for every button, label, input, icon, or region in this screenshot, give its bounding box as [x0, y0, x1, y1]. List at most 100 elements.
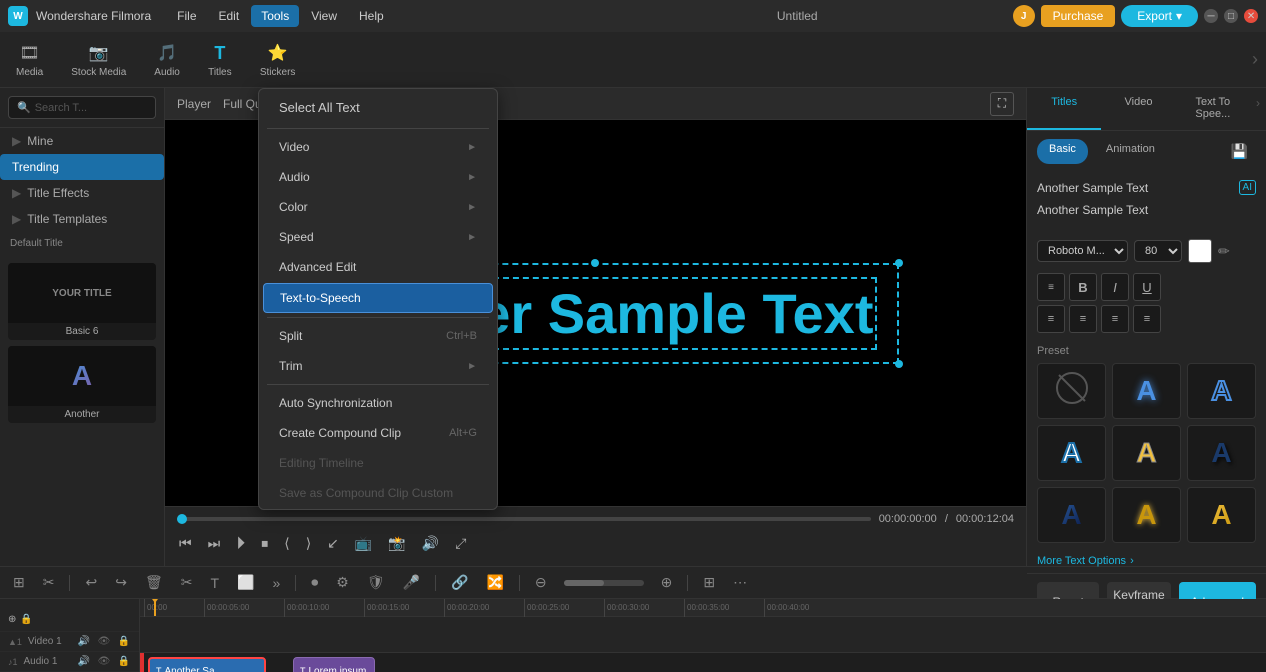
menu-edit[interactable]: Edit: [209, 5, 250, 27]
sub-tab-basic[interactable]: Basic: [1037, 139, 1088, 164]
tl-settings-button[interactable]: ⚙: [331, 571, 354, 594]
tool-stock-media[interactable]: 📷 Stock Media: [63, 37, 134, 82]
track-vol-icon[interactable]: 🔊: [77, 635, 91, 649]
play-prev-button[interactable]: ⏮: [177, 533, 194, 554]
thumb-basic6[interactable]: YOUR TITLE Basic 6: [8, 263, 156, 340]
tl-zoom-in-button[interactable]: ⊕: [656, 571, 678, 594]
save-icon[interactable]: 💾: [1223, 139, 1256, 164]
track-audio-vol-icon[interactable]: 🔊: [77, 655, 91, 669]
tl-shield-button[interactable]: 🛡: [362, 571, 390, 594]
menu-file[interactable]: File: [167, 5, 206, 27]
snapshot-button[interactable]: 📸: [386, 533, 407, 554]
preset-dark-solid[interactable]: A: [1037, 487, 1106, 543]
dd-speed[interactable]: Speed ►: [263, 223, 493, 251]
preset-yellow[interactable]: A: [1112, 425, 1181, 481]
play-button[interactable]: ⏵: [234, 531, 247, 556]
tl-grid-button[interactable]: ⊞: [698, 571, 720, 594]
color-swatch[interactable]: [1188, 239, 1212, 263]
tab-titles[interactable]: Titles: [1027, 88, 1101, 130]
avatar[interactable]: J: [1013, 5, 1035, 27]
sub-tab-animation[interactable]: Animation: [1094, 139, 1167, 164]
size-select[interactable]: 80: [1134, 240, 1182, 262]
tool-stickers[interactable]: ⭐ Stickers: [252, 37, 304, 82]
timeline-clip-1[interactable]: T Another Sa...: [148, 657, 266, 672]
tl-shuffle-button[interactable]: 🔀: [481, 571, 508, 594]
edit-icon[interactable]: ✏: [1218, 243, 1230, 260]
dd-trim[interactable]: Trim ►: [263, 352, 493, 380]
align-right-button[interactable]: ≡: [1101, 305, 1129, 333]
tab-video[interactable]: Video: [1101, 88, 1175, 130]
tl-crop-button[interactable]: ⬜: [232, 571, 259, 594]
fullscreen-button[interactable]: 📺: [353, 533, 374, 554]
volume-button[interactable]: 🔊: [420, 533, 441, 554]
preset-none[interactable]: [1037, 363, 1106, 419]
format-underline-button[interactable]: U: [1133, 273, 1161, 301]
menu-tools[interactable]: Tools: [251, 5, 299, 27]
preset-stroke-blue[interactable]: A: [1037, 425, 1106, 481]
toolbar-more-chevron[interactable]: ›: [1252, 49, 1258, 70]
menu-view[interactable]: View: [301, 5, 347, 27]
more-text-options[interactable]: More Text Options ›: [1027, 549, 1266, 573]
timeline-clip-2[interactable]: T Lorem ipsum: [293, 657, 375, 672]
expand-button[interactable]: ⤢: [453, 533, 468, 554]
purchase-button[interactable]: Purchase: [1041, 5, 1116, 27]
menu-help[interactable]: Help: [349, 5, 394, 27]
maximize-button[interactable]: □: [1224, 9, 1238, 23]
tl-mic-button[interactable]: 🎤: [398, 571, 425, 594]
align-center-button[interactable]: ≡: [1069, 305, 1097, 333]
tl-record-button[interactable]: ⏺: [306, 571, 323, 594]
format-strikethrough-button[interactable]: ≡: [1037, 273, 1065, 301]
add-track-row[interactable]: ⊕ 🔒: [0, 609, 139, 633]
clip-start-button[interactable]: ↙: [325, 533, 341, 554]
tool-media[interactable]: 🎞 Media: [8, 37, 51, 82]
sidebar-item-effects[interactable]: ▶ Title Effects: [0, 180, 164, 206]
preset-outline[interactable]: A: [1187, 363, 1256, 419]
preset-gold-glow[interactable]: A: [1112, 487, 1181, 543]
search-box[interactable]: 🔍 Search T...: [8, 96, 156, 119]
dd-auto-sync[interactable]: Auto Synchronization: [263, 389, 493, 417]
tl-redo-button[interactable]: ↪: [110, 571, 132, 594]
tab-text-to-speech[interactable]: Text To Spee...: [1176, 88, 1250, 130]
frame-back-button[interactable]: ⏭: [206, 533, 223, 554]
zoom-slider[interactable]: [564, 580, 644, 586]
sidebar-item-templates[interactable]: ▶ Title Templates: [0, 206, 164, 232]
track-audio-lock-icon[interactable]: 🔒: [117, 655, 131, 669]
tl-zoom-out-button[interactable]: ⊖: [530, 571, 552, 594]
tl-cut-button[interactable]: ✂: [176, 571, 198, 594]
track-eye-icon[interactable]: 👁: [97, 635, 111, 649]
sidebar-item-mine[interactable]: ▶ Mine: [0, 128, 164, 154]
minimize-button[interactable]: ─: [1204, 9, 1218, 23]
tl-link-button[interactable]: 🔗: [446, 571, 473, 594]
fullscreen-icon[interactable]: ⛶: [990, 92, 1014, 116]
thumb-another[interactable]: A Another: [8, 346, 156, 423]
align-left-button[interactable]: ≡: [1037, 305, 1065, 333]
preset-gold-grad[interactable]: A: [1187, 487, 1256, 543]
dd-split[interactable]: Split Ctrl+B: [263, 322, 493, 350]
format-italic-button[interactable]: I: [1101, 273, 1129, 301]
mark-in-button[interactable]: ⟨: [282, 533, 291, 554]
dd-compound[interactable]: Create Compound Clip Alt+G: [263, 419, 493, 447]
preset-blue-glow[interactable]: A: [1112, 363, 1181, 419]
stop-button[interactable]: ⏹: [259, 533, 270, 554]
progress-bar[interactable]: [177, 517, 871, 521]
dd-color[interactable]: Color ►: [263, 193, 493, 221]
tl-text-button[interactable]: T: [205, 572, 224, 594]
dd-select-all-text[interactable]: Select All Text: [263, 91, 493, 124]
tool-titles[interactable]: T Titles: [200, 37, 240, 82]
sidebar-item-trending[interactable]: Trending: [0, 154, 164, 180]
format-bold-button[interactable]: B: [1069, 273, 1097, 301]
tl-more-button[interactable]: »: [267, 572, 285, 594]
dd-audio[interactable]: Audio ►: [263, 163, 493, 191]
tl-dots-button[interactable]: ⋯: [728, 571, 752, 594]
export-button[interactable]: Export ▾: [1121, 5, 1198, 27]
tl-undo-button[interactable]: ↩: [80, 571, 102, 594]
align-justify-button[interactable]: ≡: [1133, 305, 1161, 333]
track-audio-eye-icon[interactable]: 👁: [97, 655, 111, 669]
right-tab-more-chevron[interactable]: ›: [1250, 88, 1266, 130]
tl-delete-button[interactable]: 🗑: [140, 571, 168, 594]
track-lock-icon[interactable]: 🔒: [117, 635, 131, 649]
playhead[interactable]: [154, 599, 156, 616]
tl-add-button[interactable]: ⊞: [8, 571, 30, 594]
mark-out-button[interactable]: ⟩: [304, 533, 313, 554]
dd-video[interactable]: Video ►: [263, 133, 493, 161]
